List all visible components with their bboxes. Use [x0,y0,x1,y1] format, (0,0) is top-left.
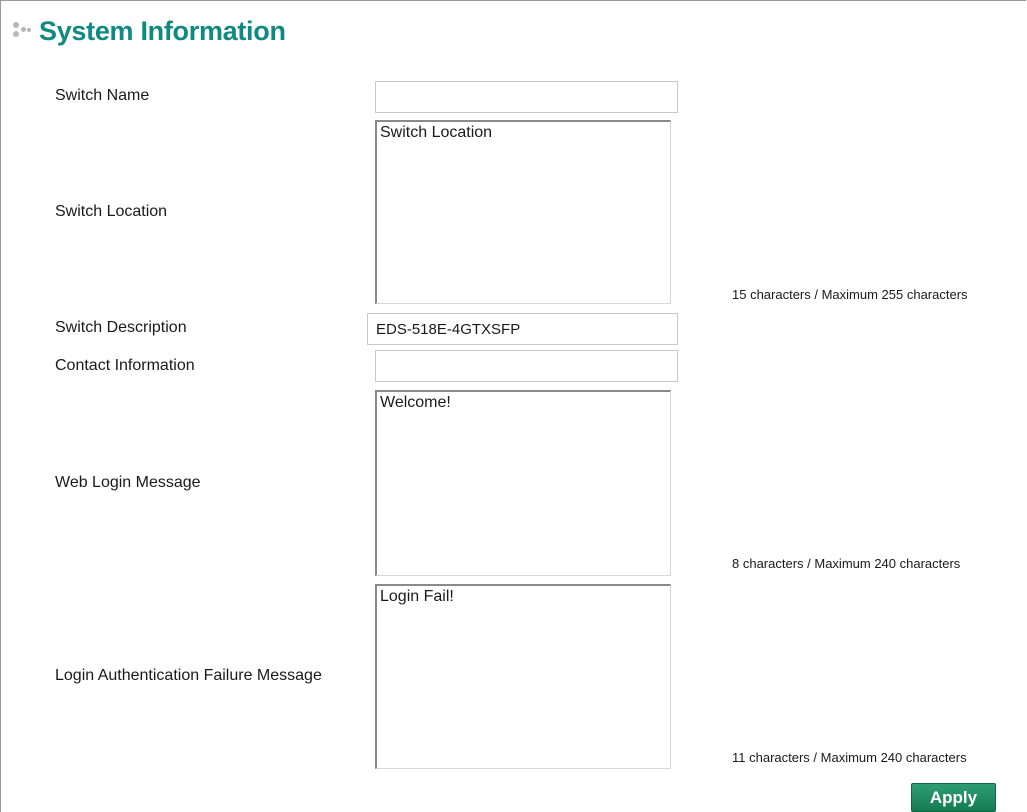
login-failure-message-label: Login Authentication Failure Message [55,667,322,684]
switch-location-textarea[interactable]: Switch Location [375,120,671,304]
login-failure-message-counter: 11 characters / Maximum 240 characters [732,750,967,765]
dots-icon [12,20,34,42]
switch-location-counter: 15 characters / Maximum 255 characters [732,287,968,302]
web-login-message-counter: 8 characters / Maximum 240 characters [732,556,961,571]
web-login-message-textarea[interactable]: Welcome! [375,390,671,576]
page-title: System Information [39,15,286,46]
apply-button[interactable]: Apply [911,783,996,812]
contact-information-label: Contact Information [55,357,195,374]
switch-description-label: Switch Description [55,319,187,336]
switch-name-label: Switch Name [55,87,150,104]
contact-information-input[interactable] [375,350,678,382]
switch-description-input[interactable] [367,313,678,345]
switch-name-input[interactable] [375,81,678,113]
page-header: System Information [12,14,286,48]
switch-location-label: Switch Location [55,203,168,220]
web-login-message-label: Web Login Message [55,474,201,491]
login-failure-message-textarea[interactable]: Login Fail! [375,584,671,769]
